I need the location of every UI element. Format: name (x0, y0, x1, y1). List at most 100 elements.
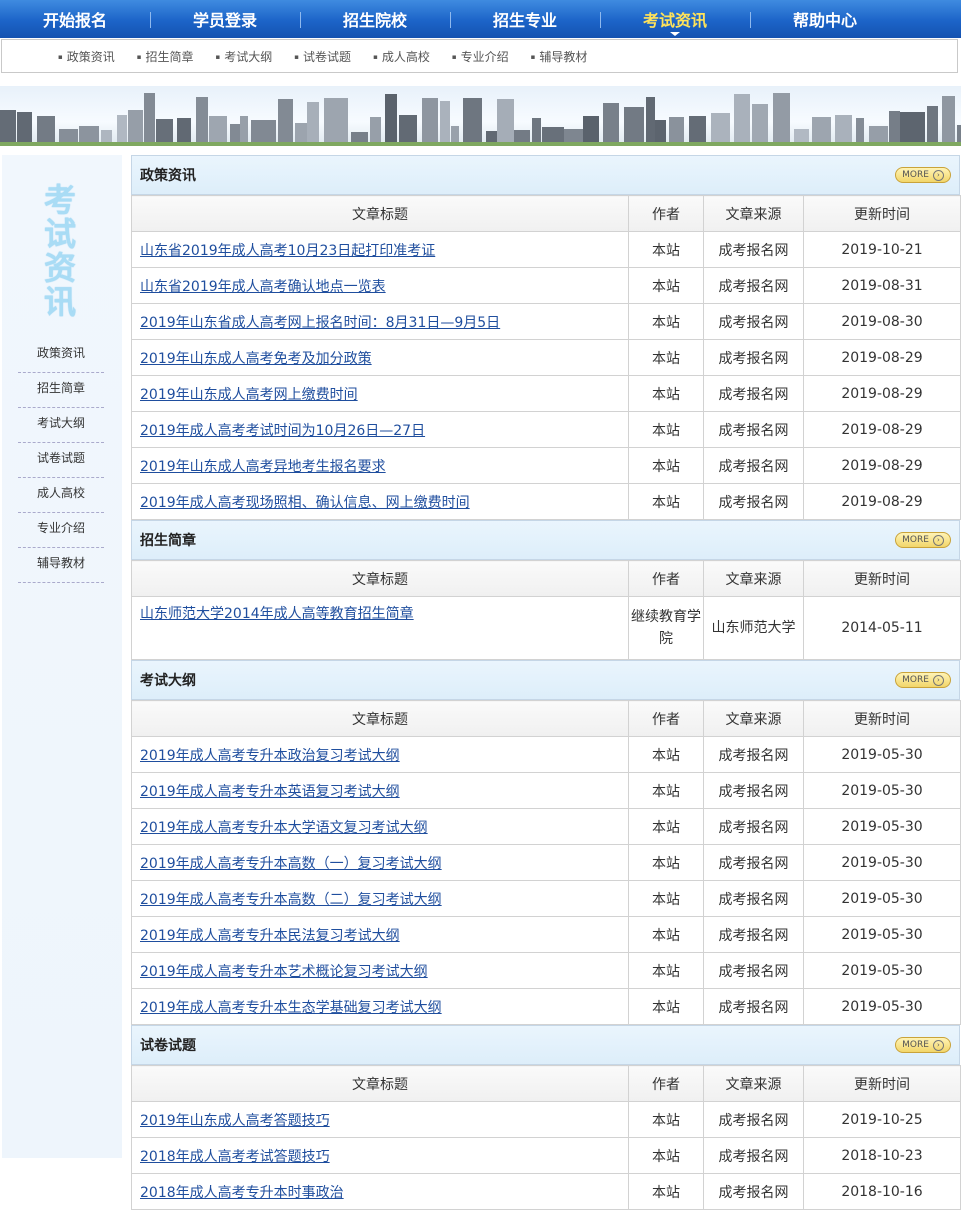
article-table: 文章标题 作者 文章来源 更新时间 2019年山东成人高考答题技巧 本站 成考报名网 2019… (131, 1065, 961, 1210)
table-header-row: 文章标题 作者 文章来源 更新时间 (131, 700, 961, 737)
article-table: 文章标题 作者 文章来源 更新时间 2019年成人高考专升本政治复习考试大纲 本站 成考报名… (131, 700, 961, 1025)
article-link[interactable]: 2019年成人高考专升本英语复习考试大纲 (140, 784, 400, 800)
article-link[interactable]: 2019年山东成人高考答题技巧 (140, 1113, 330, 1129)
city-skyline-banner (0, 86, 961, 146)
table-row: 山东省2019年成人高考10月23日起打印准考证 本站 成考报名网 2019-10-2… (131, 231, 961, 268)
title-cell: 山东省2019年成人高考10月23日起打印准考证 (131, 231, 629, 268)
nav-item-2[interactable]: 学员登录 (150, 0, 300, 38)
date-cell: 2019-10-25 (803, 1101, 961, 1138)
table-row: 2019年成人高考专升本大学语文复习考试大纲 本站 成考报名网 2019-05-30 (131, 808, 961, 845)
title-cell: 2019年成人高考现场照相、确认信息、网上缴费时间 (131, 483, 629, 520)
more-label: MORE (902, 1040, 929, 1050)
section-header: 政策资讯 MORE › (131, 155, 960, 195)
title-cell: 2019年山东成人高考网上缴费时间 (131, 375, 629, 412)
article-link[interactable]: 山东省2019年成人高考10月23日起打印准考证 (140, 243, 435, 259)
subnav-link[interactable]: 招生简章 (137, 48, 194, 65)
date-cell: 2019-05-30 (803, 844, 961, 881)
date-cell: 2019-05-30 (803, 808, 961, 845)
article-link[interactable]: 2019年成人高考专升本大学语文复习考试大纲 (140, 820, 428, 836)
title-cell: 2019年山东省成人高考网上报名时间：8月31日—9月5日 (131, 303, 629, 340)
source-cell: 成考报名网 (703, 267, 804, 304)
date-cell: 2019-08-29 (803, 339, 961, 376)
article-link[interactable]: 2019年山东成人高考网上缴费时间 (140, 387, 358, 403)
nav-item-1[interactable]: 开始报名 (0, 0, 150, 38)
source-cell: 成考报名网 (703, 988, 804, 1025)
source-cell: 成考报名网 (703, 736, 804, 773)
table-header-row: 文章标题 作者 文章来源 更新时间 (131, 195, 961, 232)
nav-item-3[interactable]: 招生院校 (300, 0, 450, 38)
subnav-link[interactable]: 考试大纲 (216, 48, 272, 65)
date-cell: 2019-08-29 (803, 411, 961, 448)
article-link[interactable]: 2019年山东成人高考免考及加分政策 (140, 351, 372, 367)
subnav-link[interactable]: 成人高校 (373, 48, 430, 65)
column-header-source: 文章来源 (703, 195, 804, 232)
article-link[interactable]: 2019年成人高考专升本政治复习考试大纲 (140, 748, 400, 764)
author-cell: 继续教育学院 (628, 596, 704, 660)
sidebar-item[interactable]: 试卷试题 (18, 443, 104, 478)
subnav-link[interactable]: 辅导教材 (531, 48, 587, 65)
table-row: 2018年成人高考考试答题技巧 本站 成考报名网 2018-10-23 (131, 1137, 961, 1174)
author-cell: 本站 (628, 231, 704, 268)
source-cell: 成考报名网 (703, 952, 804, 989)
article-link[interactable]: 2019年成人高考专升本艺术概论复习考试大纲 (140, 964, 428, 980)
sidebar-item[interactable]: 专业介绍 (18, 513, 104, 548)
title-cell: 2018年成人高考专升本时事政治 (131, 1173, 629, 1210)
subnav-link[interactable]: 试卷试题 (294, 48, 351, 65)
article-link[interactable]: 2019年成人高考专升本高数（二）复习考试大纲 (140, 892, 442, 908)
author-cell: 本站 (628, 808, 704, 845)
table-row: 2019年山东省成人高考网上报名时间：8月31日—9月5日 本站 成考报名网 2019… (131, 303, 961, 340)
column-header-author: 作者 (628, 700, 704, 737)
title-cell: 2019年山东成人高考异地考生报名要求 (131, 447, 629, 484)
table-row: 2019年成人高考现场照相、确认信息、网上缴费时间 本站 成考报名网 2019-08-… (131, 483, 961, 520)
date-cell: 2019-05-30 (803, 880, 961, 917)
article-link[interactable]: 2019年成人高考专升本高数（一）复习考试大纲 (140, 856, 442, 872)
article-link[interactable]: 2019年成人高考专升本生态学基础复习考试大纲 (140, 1000, 442, 1016)
source-cell: 成考报名网 (703, 844, 804, 881)
nav-item-4[interactable]: 招生专业 (450, 0, 600, 38)
nav-item-5[interactable]: 考试资讯 (600, 0, 750, 38)
sidebar-item[interactable]: 招生简章 (18, 373, 104, 408)
source-cell: 成考报名网 (703, 772, 804, 809)
title-cell: 2019年山东成人高考答题技巧 (131, 1101, 629, 1138)
sidebar-item[interactable]: 政策资讯 (18, 338, 104, 373)
title-cell: 2019年成人高考专升本高数（一）复习考试大纲 (131, 844, 629, 881)
article-link[interactable]: 2018年成人高考考试答题技巧 (140, 1149, 330, 1165)
subnav-link[interactable]: 政策资讯 (58, 48, 115, 65)
date-cell: 2019-05-30 (803, 988, 961, 1025)
author-cell: 本站 (628, 483, 704, 520)
table-row: 2019年成人高考专升本民法复习考试大纲 本站 成考报名网 2019-05-30 (131, 916, 961, 953)
nav-item-6[interactable]: 帮助中心 (750, 0, 900, 38)
date-cell: 2019-08-29 (803, 375, 961, 412)
table-row: 2019年山东成人高考异地考生报名要求 本站 成考报名网 2019-08-29 (131, 447, 961, 484)
table-row: 2019年山东成人高考免考及加分政策 本站 成考报名网 2019-08-29 (131, 339, 961, 376)
subnav-link[interactable]: 专业介绍 (452, 48, 509, 65)
chevron-right-icon: › (932, 674, 944, 686)
main-content: 政策资讯 MORE › 文章标题 作者 文章来源 更新时间 山东省2019年成人高考10月23… (131, 155, 961, 1210)
article-link[interactable]: 2019年山东成人高考异地考生报名要求 (140, 459, 386, 475)
more-button[interactable]: MORE › (895, 672, 951, 688)
table-row: 山东省2019年成人高考确认地点一览表 本站 成考报名网 2019-08-31 (131, 267, 961, 304)
more-button[interactable]: MORE › (895, 532, 951, 548)
column-header-title: 文章标题 (131, 195, 629, 232)
table-row: 2019年成人高考专升本艺术概论复习考试大纲 本站 成考报名网 2019-05-30 (131, 952, 961, 989)
column-header-title: 文章标题 (131, 700, 629, 737)
source-cell: 成考报名网 (703, 231, 804, 268)
top-navigation: 开始报名 学员登录 招生院校 招生专业 考试资讯 帮助中心 (0, 0, 961, 38)
title-cell: 2018年成人高考考试答题技巧 (131, 1137, 629, 1174)
sidebar-item[interactable]: 辅导教材 (18, 548, 104, 583)
more-button[interactable]: MORE › (895, 167, 951, 183)
article-link[interactable]: 2019年成人高考考试时间为10月26日—27日 (140, 423, 425, 439)
sidebar-item[interactable]: 成人高校 (18, 478, 104, 513)
article-link[interactable]: 山东省2019年成人高考确认地点一览表 (140, 279, 386, 295)
title-cell: 2019年成人高考专升本英语复习考试大纲 (131, 772, 629, 809)
source-cell: 成考报名网 (703, 303, 804, 340)
sidebar-item[interactable]: 考试大纲 (18, 408, 104, 443)
article-link[interactable]: 2019年山东省成人高考网上报名时间：8月31日—9月5日 (140, 315, 500, 331)
more-button[interactable]: MORE › (895, 1037, 951, 1053)
table-row: 山东师范大学2014年成人高等教育招生简章 继续教育学院 山东师范大学 2014-05… (131, 596, 961, 660)
article-link[interactable]: 山东师范大学2014年成人高等教育招生简章 (140, 606, 414, 622)
article-link[interactable]: 2019年成人高考现场照相、确认信息、网上缴费时间 (140, 495, 470, 511)
article-link[interactable]: 2018年成人高考专升本时事政治 (140, 1185, 344, 1201)
article-link[interactable]: 2019年成人高考专升本民法复习考试大纲 (140, 928, 400, 944)
title-cell: 2019年成人高考专升本大学语文复习考试大纲 (131, 808, 629, 845)
